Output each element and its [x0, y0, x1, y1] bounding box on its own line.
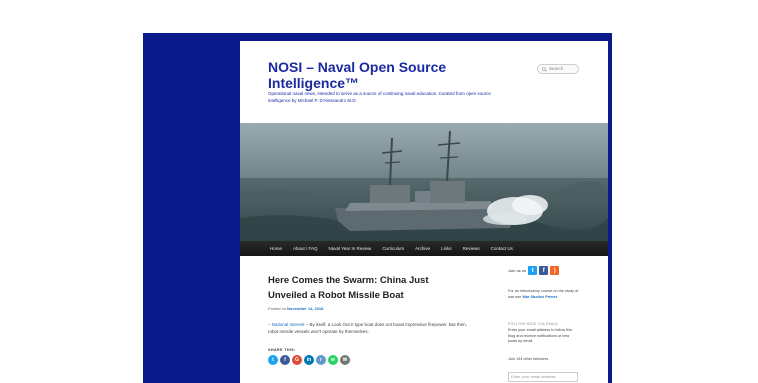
search-icon — [542, 66, 547, 72]
nav-links[interactable]: Links — [441, 246, 452, 251]
site-header: NOSI – Naval Open Source Intelligence™ O… — [240, 41, 608, 123]
join-us-label: Join us on — [508, 268, 527, 273]
post-title[interactable]: Here Comes the Swarm: China Just Unveile… — [268, 273, 468, 303]
share-google-plus-icon[interactable]: G — [292, 355, 302, 365]
nav-reviews[interactable]: Reviews — [463, 246, 480, 251]
share-label: SHARE THIS: — [268, 348, 296, 352]
share-reddit-icon[interactable]: r — [316, 355, 326, 365]
nav-archive[interactable]: Archive — [415, 246, 430, 251]
nav-about-faq[interactable]: About / FAQ — [293, 246, 318, 251]
site-title[interactable]: NOSI – Naval Open Source Intelligence™ — [268, 59, 508, 91]
search-input[interactable]: Search — [537, 64, 579, 74]
nav-home[interactable]: Home — [270, 246, 282, 251]
share-linkedin-icon[interactable]: in — [304, 355, 314, 365]
post-excerpt: – National Interest – By itself, a Look … — [268, 321, 468, 335]
share-facebook-icon[interactable]: f — [280, 355, 290, 365]
sidebar-intro: For an introductory course on the study … — [508, 289, 583, 300]
post-source-link[interactable]: – National Interest — [268, 322, 305, 327]
join-us-row: Join us on t f ) — [508, 266, 560, 275]
header-image-warship — [240, 123, 608, 241]
nav-naval-year-in-review[interactable]: Naval Year In Review — [329, 246, 372, 251]
share-email-icon[interactable]: ✉ — [340, 355, 350, 365]
followers-count: Join 194 other followers — [508, 357, 549, 361]
posted-on-label: Posted on — [268, 306, 287, 311]
main-content: Here Comes the Swarm: China Just Unveile… — [240, 256, 608, 383]
facebook-icon[interactable]: f — [539, 266, 549, 275]
post-date[interactable]: November 14, 2018 — [287, 306, 323, 311]
site-tagline: Operational naval news, intended to serv… — [268, 91, 491, 103]
share-buttons: t f G in r w ✉ — [268, 355, 350, 365]
share-whatsapp-icon[interactable]: w — [328, 355, 338, 365]
twitter-icon[interactable]: t — [528, 266, 538, 275]
post-meta: Posted on November 14, 2018 — [268, 306, 323, 311]
main-navigation: Home About / FAQ Naval Year In Review Cu… — [240, 241, 608, 256]
follow-email-description: Enter your email address to follow this … — [508, 328, 573, 343]
nav-curriculum[interactable]: Curriculum — [382, 246, 404, 251]
rss-icon[interactable]: ) — [550, 266, 560, 275]
browser-viewport: NOSI – Naval Open Source Intelligence™ O… — [0, 0, 758, 383]
page-container: NOSI – Naval Open Source Intelligence™ O… — [240, 41, 608, 383]
follow-email-title: FOLLOW NOSI VIA EMAIL — [508, 322, 559, 326]
search-placeholder: Search — [549, 66, 564, 71]
nav-contact-us[interactable]: Contact Us — [491, 246, 513, 251]
share-twitter-icon[interactable]: t — [268, 355, 278, 365]
warship-scene — [240, 123, 608, 241]
email-field[interactable]: Enter your email address — [508, 372, 578, 382]
war-studies-primer-link[interactable]: War Studies Primer — [522, 295, 557, 299]
